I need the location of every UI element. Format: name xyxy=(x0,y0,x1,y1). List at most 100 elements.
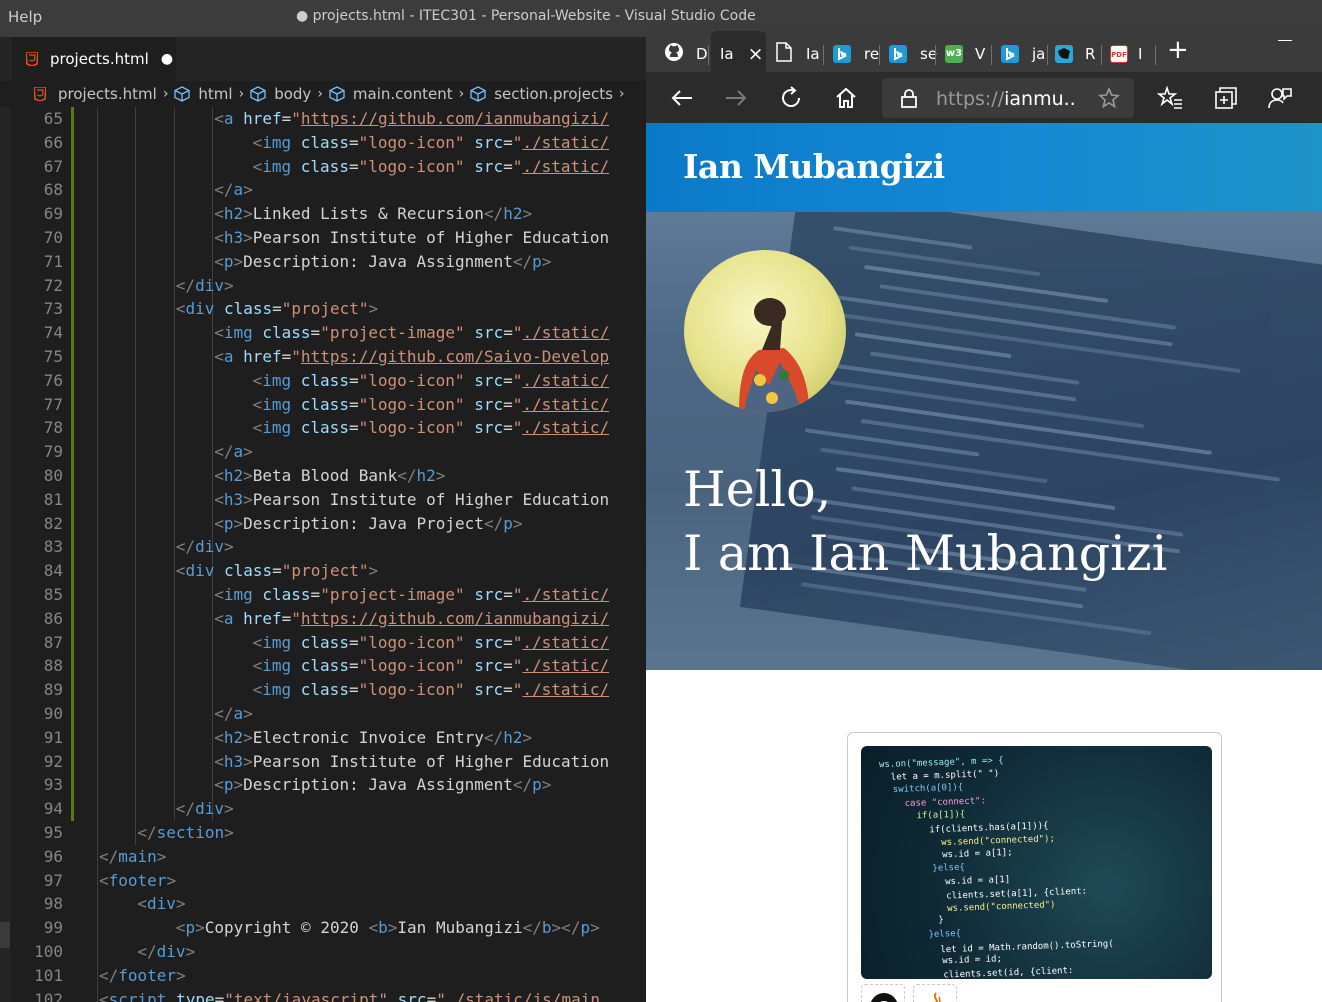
code-line[interactable]: 71 <p>Description: Java Assignment</p> xyxy=(0,250,646,274)
code-line[interactable]: 72 </div> xyxy=(0,274,646,298)
code-line[interactable]: 97 <footer> xyxy=(0,869,646,893)
code-line[interactable]: 73 <div class="project"> xyxy=(0,297,646,321)
code-line[interactable]: 82 <p>Description: Java Project</p> xyxy=(0,512,646,536)
code-line[interactable]: 92 <h3>Pearson Institute of Higher Educat… xyxy=(0,750,646,774)
code-line[interactable]: 90 </a> xyxy=(0,702,646,726)
hero-code-row xyxy=(870,351,1080,385)
breadcrumb-item[interactable]: projects.html xyxy=(34,85,157,103)
forward-arrow-icon[interactable] xyxy=(722,84,750,112)
code-token: Beta Blood Bank xyxy=(252,466,398,485)
code-token: " xyxy=(436,989,446,1002)
code-line[interactable]: 84 <div class="project"> xyxy=(0,559,646,583)
code-line[interactable]: 87 <img class="logo-icon" src="./static/ xyxy=(0,631,646,655)
code-token: class xyxy=(300,394,349,414)
code-line[interactable]: 70 <h3>Pearson Institute of Higher Educat… xyxy=(0,226,646,250)
breadcrumb-item[interactable]: html xyxy=(174,85,233,103)
code-line[interactable]: 79 </a> xyxy=(0,440,646,464)
code-line[interactable]: 77 <img class="logo-icon" src="./static/ xyxy=(0,393,646,417)
code-line[interactable]: 81 <h3>Pearson Institute of Higher Educat… xyxy=(0,488,646,512)
code-line[interactable]: 89 <img class="logo-icon" src="./static/ xyxy=(0,678,646,702)
project-code-line: ws.id = a[1] xyxy=(890,874,1011,889)
code-line[interactable]: 88 <img class="logo-icon" src="./static/ xyxy=(0,654,646,678)
favorites-icon[interactable] xyxy=(1156,84,1184,112)
browser-tab-reddit[interactable]: R xyxy=(1055,37,1095,71)
code-text: <h3>Pearson Institute of Higher Educatio… xyxy=(214,488,609,512)
code-line[interactable]: 69 <h2>Linked Lists & Recursion</h2> xyxy=(0,202,646,226)
code-token: ./static/ xyxy=(522,323,610,343)
code-line[interactable]: 102 <script type="text/javascript" src=".… xyxy=(0,988,646,1002)
code-token: < xyxy=(252,156,263,176)
code-line[interactable]: 99 <p>Copyright © 2020 <b>Ian Mubangizi</… xyxy=(0,916,646,940)
code-text: </main> xyxy=(99,845,166,869)
code-token: main xyxy=(118,846,157,866)
code-token: </ xyxy=(175,275,196,295)
code-line[interactable]: 78 <img class="logo-icon" src="./static/ xyxy=(0,416,646,440)
menu-help[interactable]: Help xyxy=(8,8,42,26)
profile-feedback-icon[interactable] xyxy=(1266,84,1294,112)
lock-icon[interactable] xyxy=(900,88,918,112)
java-logo-icon[interactable] xyxy=(913,984,957,1002)
code-line[interactable]: 67 <img class="logo-icon" src="./static/ xyxy=(0,155,646,179)
code-line[interactable]: 101 </footer> xyxy=(0,964,646,988)
code-line[interactable]: 95 </section> xyxy=(0,821,646,845)
minimize-button[interactable] xyxy=(1278,40,1292,41)
browser-tab-pdf[interactable]: PDF I xyxy=(1110,37,1142,71)
browser-tab-w3schools[interactable]: w3 V xyxy=(945,37,985,71)
browser-tab-bing-3[interactable]: ja xyxy=(1001,37,1045,71)
code-token: = xyxy=(214,989,225,1002)
browser-tab-active[interactable]: Ia × xyxy=(720,37,764,71)
code-line[interactable]: 66 <img class="logo-icon" src="./static/ xyxy=(0,131,646,155)
github-logo-icon[interactable] xyxy=(861,984,905,1002)
code-line[interactable]: 100 </div> xyxy=(0,940,646,964)
code-token: src xyxy=(474,632,504,652)
code-token: h3 xyxy=(223,489,244,509)
collections-icon[interactable] xyxy=(1212,84,1240,112)
code-line[interactable]: 96 </main> xyxy=(0,845,646,869)
breadcrumb-label: main.content xyxy=(352,85,453,103)
code-editor[interactable]: 65 <a href="https://github.com/ianmubangi… xyxy=(0,107,646,1002)
code-line[interactable]: 68 </a> xyxy=(0,178,646,202)
browser-tab-page[interactable]: Ia xyxy=(776,37,820,71)
back-arrow-icon[interactable] xyxy=(668,84,696,112)
address-bar[interactable]: https://ianmu... xyxy=(882,78,1134,118)
code-line[interactable]: 74 <img class="project-image" src="./stat… xyxy=(0,321,646,345)
browser-tab-bing-2[interactable]: se xyxy=(889,37,937,71)
code-line[interactable]: 65 <a href="https://github.com/ianmubangi… xyxy=(0,107,646,131)
refresh-icon[interactable] xyxy=(777,84,805,112)
browser-tab-bing-1[interactable]: re xyxy=(833,37,879,71)
site-name[interactable]: Ian Mubangizi xyxy=(683,147,945,186)
code-token: b xyxy=(378,918,388,938)
code-text: <h2>Beta Blood Bank</h2> xyxy=(214,464,445,488)
code-token: " xyxy=(512,656,523,676)
browser-tab-github[interactable]: D xyxy=(664,37,708,71)
code-token: > xyxy=(243,751,253,771)
code-line[interactable]: 85 <img class="project-image" src="./stat… xyxy=(0,583,646,607)
code-token: = xyxy=(348,418,359,438)
code-token: </ xyxy=(99,965,119,985)
code-line[interactable]: 83 </div> xyxy=(0,535,646,559)
breadcrumb-item[interactable]: body xyxy=(250,85,311,103)
code-line[interactable]: 93 <p>Description: Java Assignment</p> xyxy=(0,773,646,797)
code-token: </ xyxy=(483,513,504,533)
line-number: 76 xyxy=(43,370,63,390)
tab-projects-html[interactable]: projects.html ● xyxy=(12,37,176,81)
code-line[interactable]: 80 <h2>Beta Blood Bank</h2> xyxy=(0,464,646,488)
code-text: <p>Copyright © 2020 <b>Ian Mubangizi</b>… xyxy=(176,916,600,940)
code-line[interactable]: 91 <h2>Electronic Invoice Entry</h2> xyxy=(0,726,646,750)
code-line[interactable]: 75 <a href="https://github.com/Saivo-Deve… xyxy=(0,345,646,369)
code-line[interactable]: 94 </div> xyxy=(0,797,646,821)
code-line[interactable]: 86 <a href="https://github.com/ianmubangi… xyxy=(0,607,646,631)
code-token: " xyxy=(291,347,301,366)
home-icon[interactable] xyxy=(832,84,860,112)
unsaved-dot-icon[interactable]: ● xyxy=(161,51,173,67)
code-token: div xyxy=(195,275,224,295)
code-token: = xyxy=(272,561,282,581)
code-line[interactable]: 76 <img class="logo-icon" src="./static/ xyxy=(0,369,646,393)
breadcrumb-item[interactable]: section.projects xyxy=(470,85,613,103)
close-tab-icon[interactable]: × xyxy=(748,43,764,65)
new-tab-button[interactable]: + xyxy=(1167,33,1189,67)
code-line[interactable]: 98 <div> xyxy=(0,892,646,916)
breadcrumb-item[interactable]: main.content xyxy=(329,85,453,103)
favorite-star-icon[interactable] xyxy=(1098,86,1120,113)
